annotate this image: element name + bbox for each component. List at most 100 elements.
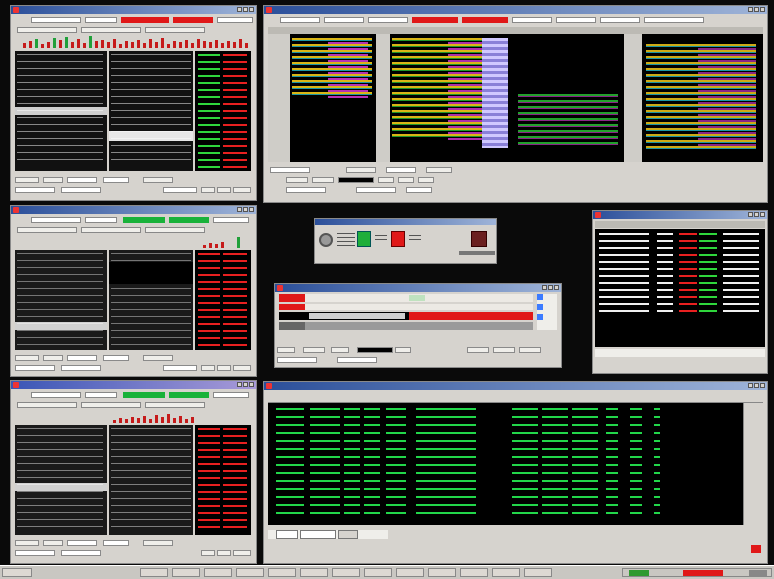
sell-button[interactable] <box>43 540 63 546</box>
maximize-icon[interactable] <box>754 212 759 217</box>
small-button[interactable] <box>201 550 215 556</box>
red-action-icon[interactable] <box>391 231 405 247</box>
side-button[interactable] <box>346 167 376 173</box>
grid-controls[interactable] <box>266 166 765 174</box>
window-controls[interactable] <box>237 207 254 212</box>
tray-icon[interactable] <box>683 570 723 576</box>
minimize-icon[interactable] <box>237 382 242 387</box>
tif-select[interactable] <box>61 365 101 371</box>
window-titlebar[interactable] <box>275 284 561 292</box>
route-select[interactable] <box>143 177 173 183</box>
price-field[interactable] <box>386 167 416 173</box>
taskbar-item[interactable] <box>428 568 456 577</box>
small-button[interactable] <box>201 187 215 193</box>
account-field[interactable] <box>15 365 55 371</box>
close-icon[interactable] <box>249 382 254 387</box>
executions-window[interactable] <box>263 381 768 564</box>
maximize-icon[interactable] <box>243 382 248 387</box>
taskbar-item[interactable] <box>492 568 520 577</box>
replace-button[interactable] <box>493 347 515 353</box>
market-grid-window[interactable] <box>263 5 768 203</box>
summary-tabs[interactable] <box>595 349 765 357</box>
order-bar[interactable] <box>13 354 254 362</box>
account-summary-window[interactable] <box>592 210 768 374</box>
quantity-field[interactable] <box>67 355 97 361</box>
vertical-scrollbar[interactable] <box>743 403 763 525</box>
close-icon[interactable] <box>554 285 559 290</box>
symbol-field[interactable] <box>280 17 320 23</box>
route-select[interactable] <box>338 177 374 183</box>
tab-2[interactable] <box>300 530 336 539</box>
symbol-field[interactable] <box>31 17 81 23</box>
system-tray[interactable] <box>622 568 772 577</box>
send-button[interactable] <box>519 347 541 353</box>
window-controls[interactable] <box>748 7 765 12</box>
price-field[interactable] <box>103 177 129 183</box>
small-button[interactable] <box>217 550 231 556</box>
taskbar-item[interactable] <box>332 568 360 577</box>
taskbar-item[interactable] <box>140 568 168 577</box>
tab-3[interactable] <box>338 530 358 539</box>
small-button[interactable] <box>217 365 231 371</box>
account-field[interactable] <box>277 357 317 363</box>
minimize-icon[interactable] <box>237 207 242 212</box>
window-titlebar[interactable] <box>593 211 767 219</box>
type-select[interactable] <box>163 365 197 371</box>
tif-field[interactable] <box>337 357 377 363</box>
window-controls[interactable] <box>748 212 765 217</box>
small-button[interactable] <box>217 187 231 193</box>
price-field[interactable] <box>103 355 129 361</box>
small-button[interactable] <box>233 550 251 556</box>
buy-button[interactable] <box>286 177 308 183</box>
qty-field[interactable] <box>270 167 310 173</box>
tray-icon[interactable] <box>629 570 649 576</box>
tif-field[interactable] <box>356 187 396 193</box>
route-select[interactable] <box>357 347 393 353</box>
order-entry-window[interactable] <box>274 283 562 368</box>
symbol-field[interactable] <box>31 217 81 223</box>
small-button[interactable] <box>398 177 414 183</box>
close-icon[interactable] <box>760 212 765 217</box>
symbol-field[interactable] <box>31 392 81 398</box>
short-button[interactable] <box>331 347 349 353</box>
maximize-icon[interactable] <box>754 383 759 388</box>
route-select[interactable] <box>143 355 173 361</box>
taskbar-item[interactable] <box>460 568 488 577</box>
close-icon[interactable] <box>760 383 765 388</box>
maximize-icon[interactable] <box>754 7 759 12</box>
taskbar-item[interactable] <box>236 568 264 577</box>
window-controls[interactable] <box>237 382 254 387</box>
taskbar-item[interactable] <box>364 568 392 577</box>
order-bar-2[interactable] <box>13 364 254 372</box>
window-titlebar[interactable] <box>315 219 496 225</box>
window-controls[interactable] <box>748 383 765 388</box>
order-row[interactable] <box>279 304 533 310</box>
start-button[interactable] <box>2 568 32 577</box>
order-bar[interactable] <box>13 539 254 547</box>
taskbar-item[interactable] <box>268 568 296 577</box>
level2-quote-window[interactable] <box>10 205 257 377</box>
quantity-field[interactable] <box>67 177 97 183</box>
tab-1[interactable] <box>276 530 298 539</box>
small-button[interactable] <box>233 365 251 371</box>
buy-button[interactable] <box>15 177 39 183</box>
window-titlebar[interactable] <box>11 6 256 14</box>
cancel-button[interactable] <box>467 347 489 353</box>
quick-dialog[interactable] <box>314 218 497 264</box>
maximize-icon[interactable] <box>548 285 553 290</box>
maximize-icon[interactable] <box>243 7 248 12</box>
account-field[interactable] <box>15 550 55 556</box>
minimize-icon[interactable] <box>748 383 753 388</box>
order-controls[interactable] <box>277 346 559 354</box>
window-controls[interactable] <box>542 285 559 290</box>
buy-button[interactable] <box>15 540 39 546</box>
taskbar-item[interactable] <box>300 568 328 577</box>
level2-quote-window[interactable] <box>10 380 257 564</box>
window-titlebar[interactable] <box>264 6 767 14</box>
close-icon[interactable] <box>249 207 254 212</box>
order-bar-2[interactable] <box>13 549 254 557</box>
grid-controls-2[interactable] <box>266 176 765 184</box>
window-titlebar[interactable] <box>11 381 256 389</box>
window-titlebar[interactable] <box>264 382 767 390</box>
tif-select[interactable] <box>61 550 101 556</box>
